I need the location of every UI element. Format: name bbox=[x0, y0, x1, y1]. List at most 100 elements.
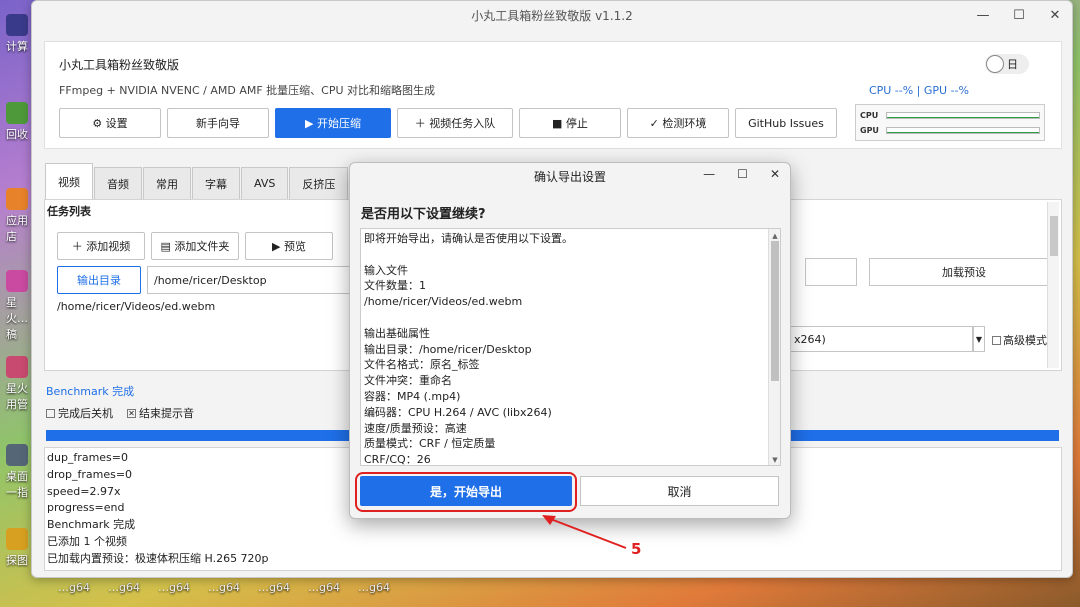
add-folder-button[interactable]: ▤ 添加文件夹 bbox=[151, 232, 239, 260]
taskbar-item[interactable]: …g64 bbox=[58, 581, 90, 594]
output-dir-button[interactable]: 输出目录 bbox=[57, 266, 141, 294]
close-icon[interactable]: ✕ bbox=[1044, 5, 1066, 25]
check-env-button[interactable]: ✓ 检测环境 bbox=[627, 108, 729, 138]
gpu-bar bbox=[886, 127, 1040, 134]
enqueue-button[interactable]: ＋ 视频任务入队 bbox=[397, 108, 513, 138]
desktop-icon-label: 回收 bbox=[6, 128, 28, 141]
annotation-number: 5 bbox=[631, 540, 642, 558]
summary-line: 编码器：CPU H.264 / AVC (libx264) bbox=[364, 405, 552, 419]
window-title: 小丸工具箱粉丝致敬版 v1.1.2 bbox=[471, 8, 633, 23]
taskbar-item[interactable]: …g64 bbox=[208, 581, 240, 594]
dialog-question: 是否用以下设置继续? bbox=[361, 207, 486, 222]
app-name: 小丸工具箱粉丝致敬版 bbox=[59, 58, 180, 72]
tab-common[interactable]: 常用 bbox=[143, 167, 191, 199]
dialog-title-bar: 确认导出设置 — ☐ ✕ bbox=[350, 163, 790, 189]
advanced-mode-label: 高级模式 bbox=[1003, 334, 1047, 347]
annotation-highlight bbox=[355, 472, 577, 512]
taskbar-item[interactable]: …g64 bbox=[308, 581, 340, 594]
summary-line: 速度/质量预设：高速 bbox=[364, 421, 467, 435]
settings-button[interactable]: ⚙ 设置 bbox=[59, 108, 161, 138]
desktop-icon-label: 应用店 bbox=[6, 214, 28, 243]
stop-button[interactable]: ■ 停止 bbox=[519, 108, 621, 138]
desktop-icon-label: 星火用管 bbox=[6, 382, 28, 411]
checkbox-icon bbox=[46, 408, 55, 418]
summary-line bbox=[364, 310, 766, 326]
confirm-export-dialog: 确认导出设置 — ☐ ✕ 是否用以下设置继续? 即将开始导出，请确认是否使用以下… bbox=[349, 162, 791, 519]
header-panel: 小丸工具箱粉丝致敬版 FFmpeg + NVIDIA NVENC / AMD A… bbox=[44, 41, 1062, 149]
preview-button[interactable]: ▶ 预览 bbox=[245, 232, 333, 260]
app-subtitle: FFmpeg + NVIDIA NVENC / AMD AMF 批量压缩、CPU… bbox=[59, 84, 436, 97]
minimize-icon[interactable]: — bbox=[972, 5, 994, 25]
app-store-icon bbox=[6, 188, 28, 210]
shutdown-label: 完成后关机 bbox=[58, 407, 113, 420]
maximize-icon[interactable]: ☐ bbox=[1008, 5, 1030, 25]
start-compress-button[interactable]: ▶ 开始压缩 bbox=[275, 108, 391, 138]
theme-toggle[interactable]: 日 bbox=[985, 54, 1029, 74]
tab-bar: 视频 音频 常用 字幕 AVS 反挤压 bbox=[45, 163, 349, 199]
sound-checkbox[interactable]: ✕ 结束提示音 bbox=[127, 405, 194, 421]
taskbar-item[interactable]: …g64 bbox=[258, 581, 290, 594]
log-line: 已加载内置预设：极速体积压缩 H.265 720p bbox=[47, 551, 269, 565]
image-icon bbox=[6, 528, 28, 550]
tab-video[interactable]: 视频 bbox=[45, 163, 93, 199]
cpu-gpu-usage: CPU --% | GPU --% bbox=[868, 84, 969, 97]
usage-gauge: CPU GPU bbox=[855, 104, 1045, 141]
spark-icon bbox=[6, 270, 28, 292]
summary-line: 即将开始导出，请确认是否使用以下设置。 bbox=[364, 232, 573, 245]
desktop-icon-label: 星火…稿 bbox=[6, 296, 28, 341]
summary-line: 文件冲突：重命名 bbox=[364, 374, 452, 388]
hidden-button[interactable] bbox=[805, 258, 857, 286]
recycle-bin-icon bbox=[6, 102, 28, 124]
panel-scrollbar[interactable] bbox=[1047, 202, 1059, 368]
taskbar-item[interactable]: …g64 bbox=[108, 581, 140, 594]
shutdown-checkbox[interactable]: 完成后关机 bbox=[46, 405, 113, 421]
summary-line: 文件名格式：原名_标签 bbox=[364, 358, 480, 372]
advanced-mode-checkbox[interactable]: 高级模式 bbox=[992, 332, 1047, 348]
desktop-icon-label: 计算 bbox=[6, 40, 28, 53]
tab-avs[interactable]: AVS bbox=[241, 167, 289, 199]
toggle-label: 日 bbox=[1007, 58, 1018, 71]
summary-line: 质量模式：CRF / 恒定质量 bbox=[364, 437, 496, 451]
desktop-tool-icon bbox=[6, 444, 28, 466]
add-video-button[interactable]: ＋ 添加视频 bbox=[57, 232, 145, 260]
summary-line: CRF/CQ：26 bbox=[364, 453, 431, 466]
tab-audio[interactable]: 音频 bbox=[94, 167, 142, 199]
cancel-button[interactable]: 取消 bbox=[580, 476, 779, 506]
gauge-cpu-label: CPU bbox=[860, 111, 879, 120]
benchmark-status[interactable]: Benchmark 完成 bbox=[46, 383, 134, 399]
annotation-arrow-icon bbox=[542, 515, 627, 549]
task-list-title: 任务列表 bbox=[47, 205, 91, 218]
minimize-icon[interactable]: — bbox=[703, 167, 715, 181]
summary-line: 文件数量：1 bbox=[364, 279, 426, 293]
title-bar: 小丸工具箱粉丝致敬版 v1.1.2 — ☐ ✕ bbox=[32, 1, 1072, 29]
dialog-title: 确认导出设置 bbox=[533, 169, 606, 184]
settings-summary[interactable]: 即将开始导出，请确认是否使用以下设置。 输入文件 文件数量：1 /home/ri… bbox=[360, 228, 781, 466]
tab-subtitle[interactable]: 字幕 bbox=[192, 167, 240, 199]
maximize-icon[interactable]: ☐ bbox=[737, 167, 748, 181]
summary-line: 容器：MP4 (.mp4) bbox=[364, 389, 461, 403]
checkbox-icon bbox=[992, 335, 1001, 345]
summary-line: /home/ricer/Videos/ed.webm bbox=[364, 295, 523, 309]
toggle-knob bbox=[986, 55, 1004, 73]
taskbar-item[interactable]: …g64 bbox=[358, 581, 390, 594]
scroll-down-icon[interactable]: ▼ bbox=[769, 453, 780, 465]
github-issues-button[interactable]: GitHub Issues bbox=[735, 108, 837, 138]
file-list-item[interactable]: /home/ricer/Videos/ed.webm bbox=[57, 300, 215, 313]
summary-line: 输出基础属性 bbox=[364, 326, 430, 340]
scroll-thumb[interactable] bbox=[771, 241, 779, 381]
summary-scrollbar[interactable]: ▲ ▼ bbox=[768, 229, 780, 465]
encoder-select[interactable]: x264) bbox=[789, 326, 973, 352]
gauge-gpu-label: GPU bbox=[860, 126, 879, 135]
desktop-icon-label: 探图 bbox=[6, 554, 28, 567]
desktop-icon-label: 桌面一指 bbox=[6, 470, 28, 499]
wizard-button[interactable]: 新手向导 bbox=[167, 108, 269, 138]
summary-line bbox=[364, 247, 766, 263]
load-preset-button[interactable]: 加载预设 bbox=[869, 258, 1059, 286]
sound-label: 结束提示音 bbox=[139, 407, 194, 420]
scroll-up-icon[interactable]: ▲ bbox=[769, 229, 780, 241]
cpu-bar bbox=[886, 112, 1040, 119]
tab-anti-squeeze[interactable]: 反挤压 bbox=[289, 167, 349, 199]
taskbar-item[interactable]: …g64 bbox=[158, 581, 190, 594]
close-icon[interactable]: ✕ bbox=[770, 167, 780, 181]
chevron-down-icon[interactable]: ▼ bbox=[973, 326, 985, 352]
